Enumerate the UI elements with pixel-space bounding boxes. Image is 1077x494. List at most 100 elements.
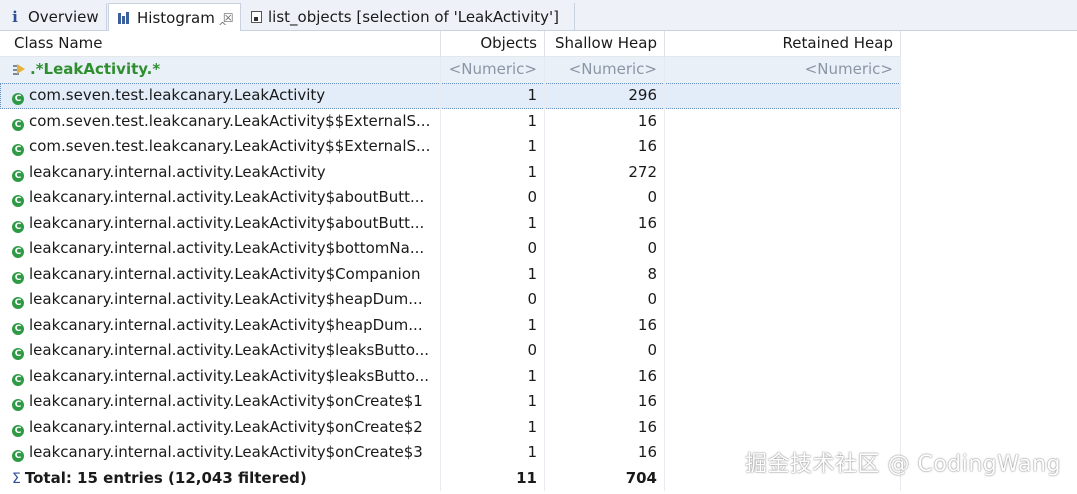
class-name-cell: Cleakcanary.internal.activity.LeakActivi…	[0, 389, 441, 415]
shallow-heap-cell: 0	[545, 338, 665, 364]
column-header-objects[interactable]: Objects	[441, 31, 545, 57]
shallow-heap-cell: 16	[545, 389, 665, 415]
shallow-heap-cell: 0	[545, 236, 665, 262]
class-name-text: leakcanary.internal.activity.LeakActivit…	[29, 290, 423, 308]
retained-heap-cell	[665, 236, 901, 262]
class-name-cell: Cleakcanary.internal.activity.LeakActivi…	[0, 414, 441, 440]
class-icon: C	[12, 220, 24, 233]
objects-cell: 1	[441, 440, 545, 466]
objects-cell: 1	[441, 261, 545, 287]
objects-filter-input[interactable]: <Numeric>	[441, 57, 545, 83]
tab-overview-label: Overview	[28, 8, 99, 26]
class-name-cell: Ccom.seven.test.leakcanary.LeakActivity$…	[0, 108, 441, 134]
retained-heap-filter-input[interactable]: <Numeric>	[665, 57, 901, 83]
objects-cell: 1	[441, 134, 545, 160]
class-name-cell: Cleakcanary.internal.activity.LeakActivi…	[0, 210, 441, 236]
table-row[interactable]: Cleakcanary.internal.activity.LeakActivi…	[0, 210, 901, 236]
table-row[interactable]: Ccom.seven.test.leakcanary.LeakActivity 1…	[0, 83, 901, 109]
tab-list-objects-label: list_objects [selection of 'LeakActivity…	[268, 8, 559, 26]
class-name-text: leakcanary.internal.activity.LeakActivit…	[29, 341, 430, 359]
retained-heap-cell	[665, 414, 901, 440]
table-row[interactable]: Cleakcanary.internal.activity.LeakActivi…	[0, 312, 901, 338]
class-name-cell: Cleakcanary.internal.activity.LeakActivi…	[0, 287, 441, 313]
class-name-cell: Cleakcanary.internal.activity.LeakActivi…	[0, 312, 441, 338]
column-header-class-name[interactable]: Class Name	[0, 31, 441, 57]
class-icon: C	[12, 322, 24, 335]
total-objects: 11	[441, 465, 545, 491]
class-icon: C	[12, 373, 24, 386]
shallow-heap-cell: 296	[545, 83, 665, 109]
class-name-cell: Cleakcanary.internal.activity.LeakActivi…	[0, 440, 441, 466]
retained-heap-cell	[665, 261, 901, 287]
shallow-heap-filter-input[interactable]: <Numeric>	[545, 57, 665, 83]
class-name-text: leakcanary.internal.activity.LeakActivit…	[29, 443, 423, 461]
shallow-heap-cell: 0	[545, 287, 665, 313]
shallow-heap-cell: 16	[545, 414, 665, 440]
class-name-filter-text: .*LeakActivity.*	[30, 60, 161, 78]
watermark: 掘金技术社区 @ CodingWang	[744, 452, 1061, 477]
class-name-text: leakcanary.internal.activity.LeakActivit…	[29, 213, 425, 232]
shallow-heap-cell: 16	[545, 134, 665, 160]
class-name-text: leakcanary.internal.activity.LeakActivit…	[29, 417, 423, 436]
tab-overview[interactable]: i Overview	[0, 3, 107, 31]
filter-row: .*LeakActivity.* <Numeric> <Numeric> <Nu…	[0, 57, 901, 83]
table-row[interactable]: Cleakcanary.internal.activity.LeakActivi…	[0, 159, 901, 185]
class-name-text: com.seven.test.leakcanary.LeakActivity$$…	[29, 111, 431, 130]
sort-indicator-icon: ^	[218, 20, 228, 33]
class-icon: C	[12, 271, 24, 284]
total-cell: Σ Total: 15 entries (12,043 filtered)	[0, 465, 441, 491]
shallow-heap-cell: 16	[545, 312, 665, 338]
retained-heap-cell	[665, 338, 901, 364]
total-shallow-heap: 704	[545, 465, 665, 491]
table-row[interactable]: Cleakcanary.internal.activity.LeakActivi…	[0, 261, 901, 287]
table-row[interactable]: Cleakcanary.internal.activity.LeakActivi…	[0, 414, 901, 440]
total-label: Total: 15 entries (12,043 filtered)	[24, 468, 307, 487]
class-name-cell: Ccom.seven.test.leakcanary.LeakActivity$…	[0, 134, 441, 160]
table-row[interactable]: Cleakcanary.internal.activity.LeakActivi…	[0, 185, 901, 211]
class-icon: C	[12, 297, 24, 309]
table-row[interactable]: Ccom.seven.test.leakcanary.LeakActivity$…	[0, 134, 901, 160]
class-icon: C	[12, 399, 24, 411]
class-icon: C	[12, 93, 24, 105]
tab-list-objects[interactable]: list_objects [selection of 'LeakActivity…	[243, 3, 575, 31]
table-row[interactable]: Cleakcanary.internal.activity.LeakActivi…	[0, 389, 901, 415]
column-header-retained-heap[interactable]: Retained Heap	[665, 31, 901, 57]
shallow-heap-cell: 0	[545, 185, 665, 211]
class-name-text: leakcanary.internal.activity.LeakActivit…	[29, 366, 430, 385]
objects-cell: 1	[441, 210, 545, 236]
shallow-heap-cell: 8	[545, 261, 665, 287]
class-name-text: leakcanary.internal.activity.LeakActivit…	[29, 392, 423, 410]
class-icon: C	[12, 424, 24, 437]
class-icon: C	[12, 195, 24, 207]
table-row[interactable]: Ccom.seven.test.leakcanary.LeakActivity$…	[0, 108, 901, 134]
class-name-text: com.seven.test.leakcanary.LeakActivity	[29, 86, 326, 104]
shallow-heap-cell: 16	[545, 108, 665, 134]
class-name-filter-cell[interactable]: .*LeakActivity.*	[0, 57, 441, 83]
editor-tab-bar: i Overview Histogram ☒ list_objects [sel…	[0, 0, 1077, 31]
table-row[interactable]: Cleakcanary.internal.activity.LeakActivi…	[0, 363, 901, 389]
objects-cell: 1	[441, 312, 545, 338]
class-name-text: leakcanary.internal.activity.LeakActivit…	[29, 162, 326, 181]
table-row[interactable]: Cleakcanary.internal.activity.LeakActivi…	[0, 338, 901, 364]
retained-heap-cell	[665, 287, 901, 313]
class-name-text: leakcanary.internal.activity.LeakActivit…	[29, 315, 423, 334]
table-row[interactable]: Cleakcanary.internal.activity.LeakActivi…	[0, 287, 901, 313]
class-name-cell: Cleakcanary.internal.activity.LeakActivi…	[0, 236, 441, 262]
objects-cell: 0	[441, 236, 545, 262]
retained-heap-cell	[665, 108, 901, 134]
class-icon: C	[12, 118, 24, 131]
shallow-heap-cell: 16	[545, 210, 665, 236]
class-name-text: leakcanary.internal.activity.LeakActivit…	[29, 239, 425, 257]
objects-cell: 0	[441, 185, 545, 211]
shallow-heap-cell: 272	[545, 159, 665, 185]
shallow-heap-cell: 16	[545, 363, 665, 389]
column-header-shallow-heap[interactable]: Shallow Heap	[545, 31, 665, 57]
objects-cell: 0	[441, 287, 545, 313]
class-name-cell: Cleakcanary.internal.activity.LeakActivi…	[0, 363, 441, 389]
objects-cell: 1	[441, 389, 545, 415]
class-icon: C	[12, 348, 24, 360]
objects-cell: 1	[441, 83, 545, 109]
table-row[interactable]: Cleakcanary.internal.activity.LeakActivi…	[0, 236, 901, 262]
class-name-text: leakcanary.internal.activity.LeakActivit…	[29, 264, 421, 283]
class-name-text: com.seven.test.leakcanary.LeakActivity$$…	[29, 137, 431, 155]
